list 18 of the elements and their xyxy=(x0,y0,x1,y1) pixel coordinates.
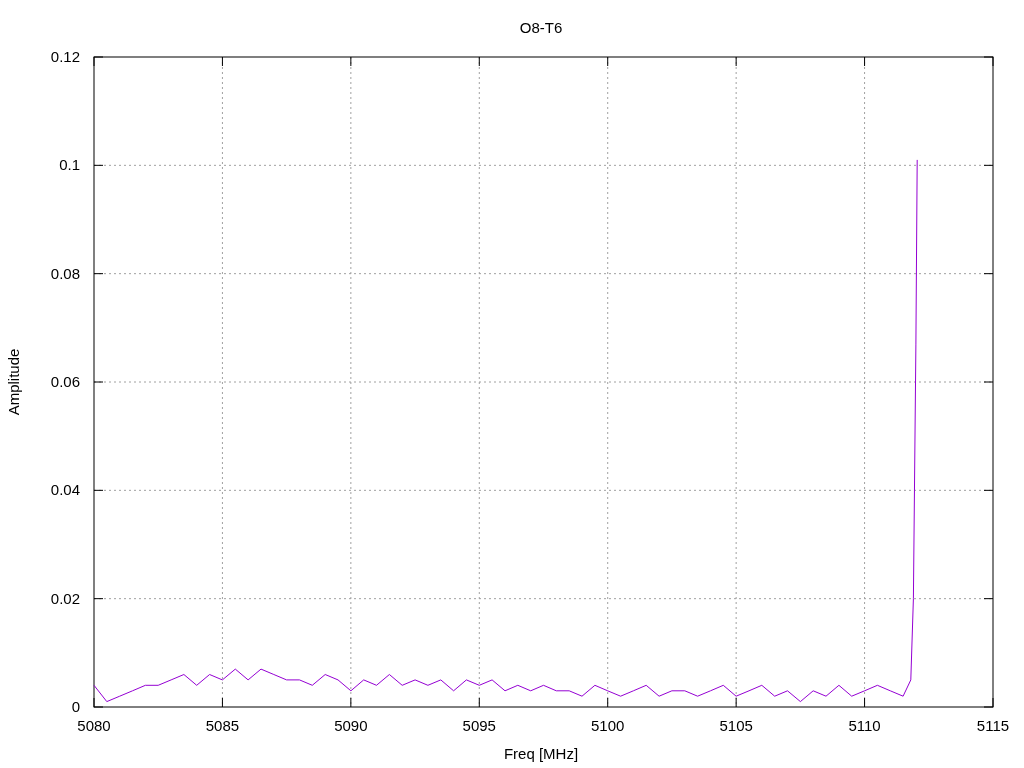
x-tick-label: 5100 xyxy=(591,717,625,734)
x-tick-label: 5105 xyxy=(719,717,753,734)
x-tick-label: 5080 xyxy=(77,717,111,734)
y-tick-label: 0.04 xyxy=(50,481,80,499)
y-axis-label: Amplitude xyxy=(5,348,22,416)
y-tick-label: 0.06 xyxy=(50,373,80,390)
x-tick-label: 5090 xyxy=(334,717,368,734)
y-tick-label: 0.1 xyxy=(59,156,80,174)
y-tick-label: 0.12 xyxy=(50,48,80,65)
y-tick-label: 0 xyxy=(71,698,80,715)
y-tick-label: 0.08 xyxy=(50,264,80,282)
x-tick-label: 5095 xyxy=(462,717,496,734)
y-tick-label: 0.02 xyxy=(50,589,80,607)
x-tick-label: 5110 xyxy=(848,717,881,734)
x-axis-label: Freq [MHz] xyxy=(503,745,579,762)
x-tick-label: 5115 xyxy=(976,717,1010,734)
x-tick-label: 5085 xyxy=(205,717,240,734)
chart-title: O8-T6 xyxy=(519,19,563,36)
